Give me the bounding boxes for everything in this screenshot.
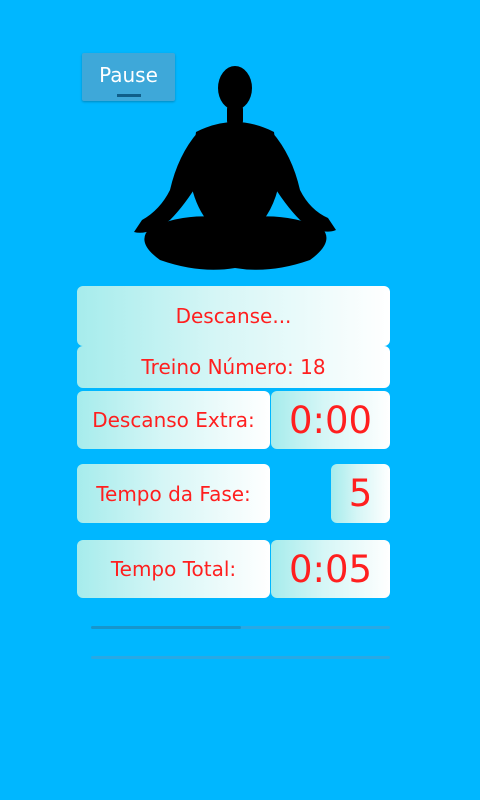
treino-number-text: Treino Número: 18 [141, 355, 326, 379]
rest-status-text: Descanse... [175, 304, 292, 328]
tempo-total-label-card: Tempo Total: [77, 540, 270, 598]
descanso-extra-label: Descanso Extra: [92, 408, 255, 432]
phase-progress-fill [91, 626, 241, 629]
rest-status-card: Descanse... [77, 286, 390, 346]
meditation-figure-icon [134, 66, 336, 270]
tempo-total-label: Tempo Total: [110, 557, 237, 581]
tempo-fase-label-card: Tempo da Fase: [77, 464, 270, 523]
treino-card: Treino Número: 18 [77, 346, 390, 388]
total-progress-track [91, 656, 390, 659]
descanso-extra-value: 0:00 [288, 398, 373, 442]
tempo-fase-value: 5 [348, 472, 373, 515]
tempo-total-value-card: 0:05 [271, 540, 390, 598]
tempo-fase-label: Tempo da Fase: [96, 481, 251, 506]
descanso-extra-label-card: Descanso Extra: [77, 391, 270, 449]
descanso-extra-value-card: 0:00 [271, 391, 390, 449]
tempo-fase-value-card: 5 [331, 464, 390, 523]
tempo-total-value: 0:05 [288, 547, 373, 591]
